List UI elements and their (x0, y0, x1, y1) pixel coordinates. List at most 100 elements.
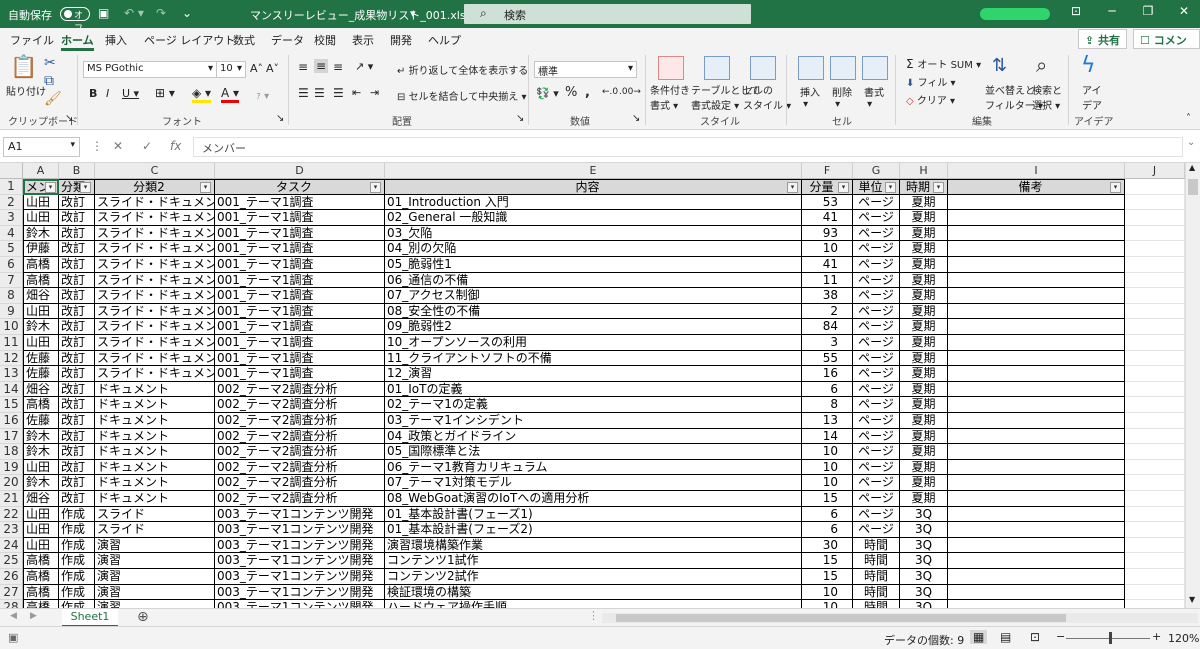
table-cell[interactable]: ページ (853, 397, 900, 413)
table-cell[interactable]: ページ (853, 350, 900, 367)
table-cell[interactable]: 08_WebGoat演習のIoTへの適用分析 (385, 491, 802, 507)
table-cell[interactable]: 002_テーマ2調査分析 (215, 459, 385, 476)
table-cell[interactable] (948, 350, 1125, 367)
table-cell[interactable]: 作成 (59, 600, 95, 608)
table-cell[interactable]: コンテンツ2試作 (385, 569, 802, 585)
table-cell[interactable]: 山田 (23, 303, 59, 320)
row-header[interactable]: 5 (0, 241, 23, 257)
table-cell[interactable]: 時間 (853, 537, 900, 554)
table-cell[interactable]: 畑谷 (23, 491, 59, 507)
table-cell[interactable]: 16 (802, 366, 853, 382)
table-cell[interactable]: 改訂 (59, 303, 95, 320)
empty-cell[interactable] (1125, 459, 1185, 476)
format-cells-button[interactable]: 書式 ▾ (864, 84, 884, 110)
table-cell[interactable] (948, 381, 1125, 398)
table-cell[interactable]: 改訂 (59, 225, 95, 242)
row-header[interactable]: 8 (0, 288, 23, 304)
table-cell[interactable]: 3Q (900, 584, 948, 601)
table-cell[interactable] (948, 319, 1125, 335)
table-cell[interactable]: 佐藤 (23, 350, 59, 367)
table-cell[interactable]: 01_Introduction 入門 (385, 194, 802, 211)
table-cell[interactable]: 84 (802, 319, 853, 335)
table-cell[interactable]: ドキュメント (95, 397, 215, 413)
file-name[interactable]: マンスリーレビュー_成果物リスト_001.xlsx (250, 7, 472, 23)
table-cell[interactable]: 001_テーマ1調査 (215, 272, 385, 289)
table-cell[interactable] (948, 194, 1125, 211)
ideas-button[interactable]: アイ デア (1082, 82, 1102, 112)
table-cell[interactable]: 3Q (900, 537, 948, 554)
table-cell[interactable]: 夏期 (900, 413, 948, 429)
row-header[interactable]: 22 (0, 506, 23, 523)
table-cell[interactable]: ページ (853, 522, 900, 538)
table-cell[interactable]: スライド・ドキュメント (95, 366, 215, 382)
table-cell[interactable]: 3Q (900, 506, 948, 523)
zoom-out-icon[interactable]: − (1056, 630, 1065, 643)
table-cell[interactable]: 001_テーマ1調査 (215, 194, 385, 211)
empty-cell[interactable] (1125, 444, 1185, 460)
table-cell[interactable]: 夏期 (900, 257, 948, 273)
table-header-cell[interactable]: メンバー▾ (23, 179, 59, 195)
filter-dropdown-icon[interactable]: ▾ (787, 182, 798, 193)
row-header[interactable]: 9 (0, 303, 23, 320)
table-cell[interactable]: 3Q (900, 600, 948, 608)
macro-record-icon[interactable]: ▣ (8, 631, 18, 644)
table-cell[interactable]: 3Q (900, 553, 948, 569)
table-cell[interactable] (948, 600, 1125, 608)
wrap-text-button[interactable]: ↵ 折り返して全体を表示する (397, 62, 528, 77)
table-cell[interactable]: 001_テーマ1調査 (215, 257, 385, 273)
table-cell[interactable]: 002_テーマ2調査分析 (215, 491, 385, 507)
row-header[interactable]: 15 (0, 397, 23, 413)
table-cell[interactable]: 05_国際標準と法 (385, 444, 802, 460)
user-account-redacted[interactable] (980, 8, 1050, 20)
table-cell[interactable]: ページ (853, 272, 900, 289)
row-header[interactable]: 4 (0, 225, 23, 242)
align-top-icon[interactable]: ≡ (298, 60, 308, 74)
column-header[interactable]: J (1125, 163, 1185, 179)
table-cell[interactable]: 02_General 一般知識 (385, 210, 802, 226)
table-cell[interactable]: 01_基本設計書(フェーズ2) (385, 522, 802, 538)
tab-view[interactable]: 表示 (352, 32, 374, 48)
align-middle-icon[interactable]: ≡ (314, 59, 329, 73)
table-cell[interactable]: ドキュメント (95, 475, 215, 491)
table-cell[interactable]: 演習 (95, 569, 215, 585)
table-cell[interactable]: 41 (802, 210, 853, 226)
table-cell[interactable]: 高橋 (23, 569, 59, 585)
table-cell[interactable]: 夏期 (900, 428, 948, 445)
table-cell[interactable]: スライド・ドキュメント (95, 335, 215, 351)
font-color-icon[interactable]: A ▾ (221, 86, 240, 103)
table-cell[interactable]: 高橋 (23, 272, 59, 289)
table-cell[interactable]: 15 (802, 553, 853, 569)
table-cell[interactable] (948, 366, 1125, 382)
column-header[interactable]: I (948, 163, 1125, 179)
table-cell[interactable]: 改訂 (59, 319, 95, 335)
align-right-icon[interactable]: ☰ (333, 86, 344, 100)
table-cell[interactable]: 山田 (23, 522, 59, 538)
table-cell[interactable]: 山田 (23, 459, 59, 476)
table-cell[interactable]: 改訂 (59, 257, 95, 273)
cut-icon[interactable]: ✂ (44, 55, 56, 71)
table-cell[interactable]: 改訂 (59, 397, 95, 413)
conditional-format-button[interactable]: 条件付き 書式 ▾ (650, 82, 690, 112)
filter-dropdown-icon[interactable]: ▾ (45, 182, 56, 193)
comment-button[interactable]: ☐ コメント (1133, 29, 1200, 63)
row-header[interactable]: 18 (0, 444, 23, 460)
close-icon[interactable]: ✕ (1176, 4, 1192, 20)
expand-formula-icon[interactable]: ⌄ (1187, 137, 1195, 148)
find-select-button[interactable]: 検索と 選択 ▾ (1032, 82, 1062, 112)
empty-cell[interactable] (1125, 319, 1185, 335)
table-cell[interactable]: 夏期 (900, 397, 948, 413)
zoom-level[interactable]: 120% (1168, 632, 1199, 645)
vertical-scrollbar[interactable]: ▲ ▼ (1185, 163, 1200, 608)
table-cell[interactable]: スライド・ドキュメント (95, 210, 215, 226)
table-cell[interactable]: ページ (853, 366, 900, 382)
empty-cell[interactable] (1125, 194, 1185, 211)
row-header[interactable]: 13 (0, 366, 23, 382)
table-cell[interactable]: スライド・ドキュメント (95, 225, 215, 242)
table-cell[interactable]: 改訂 (59, 366, 95, 382)
row-header[interactable]: 26 (0, 569, 23, 585)
table-cell[interactable]: 10 (802, 444, 853, 460)
empty-cell[interactable] (1125, 210, 1185, 226)
row-header[interactable]: 16 (0, 413, 23, 429)
table-cell[interactable]: 時間 (853, 584, 900, 601)
table-cell[interactable]: スライド (95, 522, 215, 538)
